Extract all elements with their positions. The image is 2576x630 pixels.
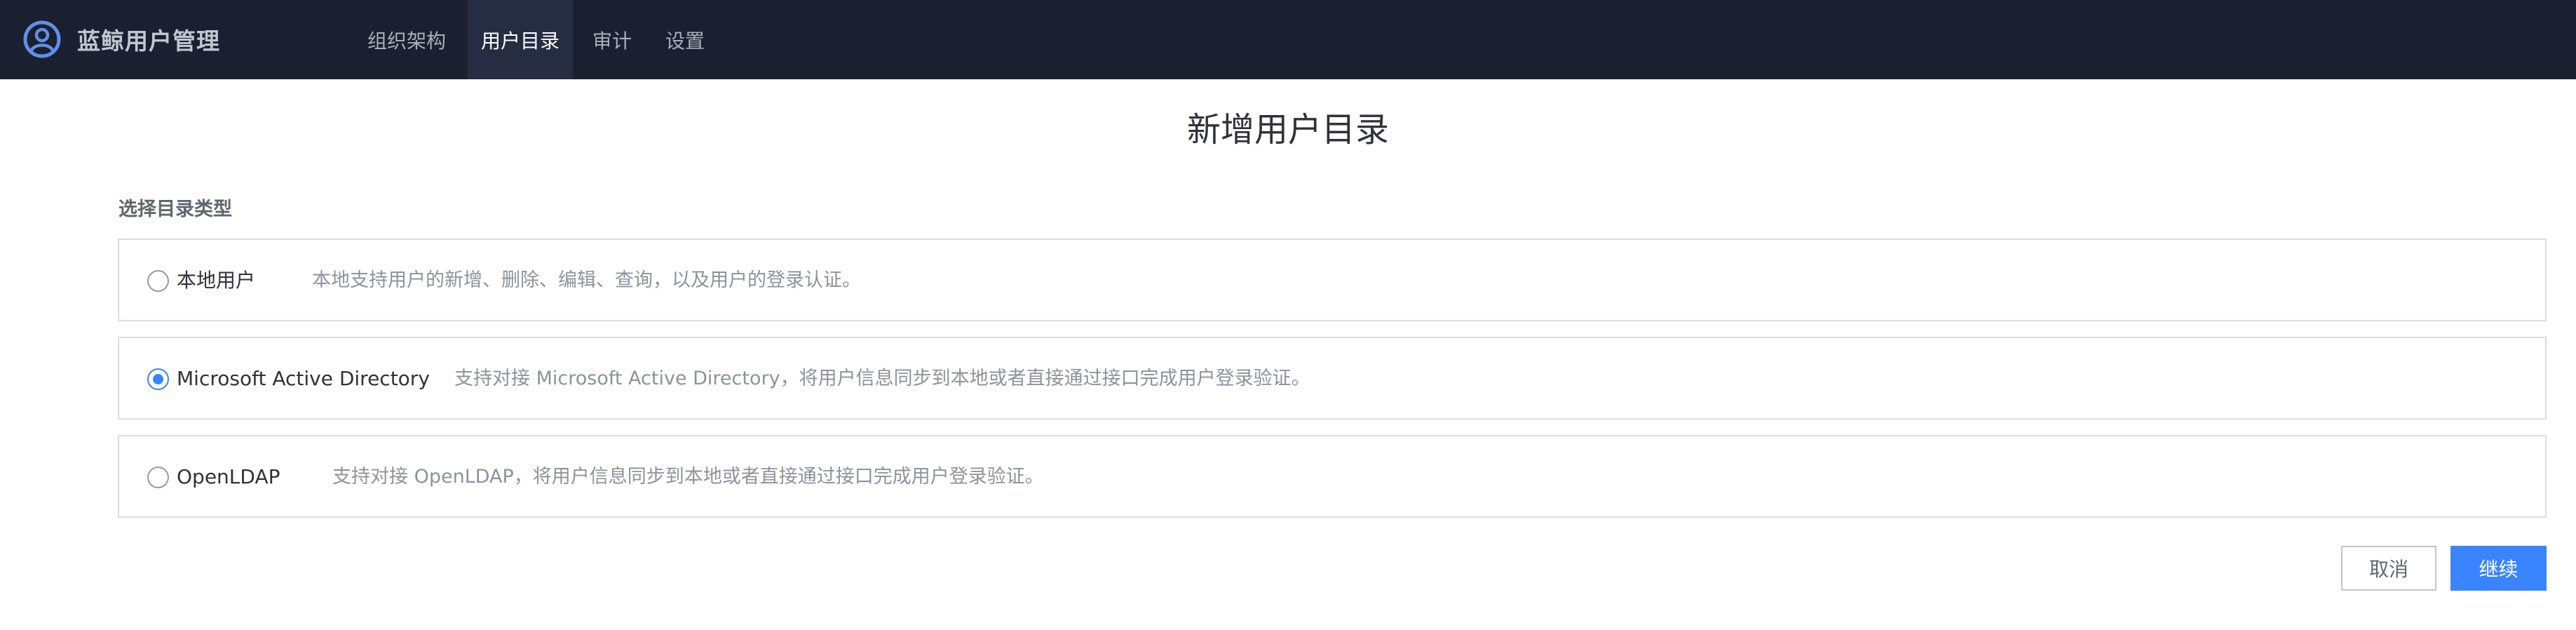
nav-audit[interactable]: 审计 (582, 0, 642, 79)
app-title: 蓝鲸用户管理 (77, 27, 220, 55)
nav-settings[interactable]: 设置 (653, 0, 717, 79)
nav-user-directory[interactable]: 用户目录 (468, 0, 573, 79)
top-navigation-bar: 蓝鲸用户管理 组织架构 用户目录 审计 设置 (0, 0, 2576, 79)
continue-button[interactable]: 继续 (2450, 546, 2547, 591)
brand[interactable]: 蓝鲸用户管理 (22, 18, 220, 60)
option-openldap[interactable]: OpenLDAP 支持对接 OpenLDAP，将用户信息同步到本地或者直接通过接… (118, 435, 2547, 518)
option-name: Microsoft Active Directory (177, 367, 430, 390)
option-description: 支持对接 OpenLDAP，将用户信息同步到本地或者直接通过接口完成用户登录验证… (332, 466, 1044, 488)
user-circle-icon (23, 20, 61, 58)
section-label: 选择目录类型 (118, 199, 232, 220)
radio-button-selected[interactable] (147, 368, 169, 390)
nav-org-structure[interactable]: 组织架构 (354, 0, 459, 79)
cancel-button[interactable]: 取消 (2341, 546, 2436, 591)
option-name: OpenLDAP (177, 465, 280, 488)
option-local-user[interactable]: 本地用户 本地支持用户的新增、删除、编辑、查询，以及用户的登录认证。 (118, 239, 2547, 321)
radio-button[interactable] (147, 467, 169, 488)
option-name: 本地用户 (177, 269, 256, 292)
option-description: 本地支持用户的新增、删除、编辑、查询，以及用户的登录认证。 (312, 269, 861, 291)
page-title: 新增用户目录 (1186, 110, 1389, 149)
option-microsoft-ad[interactable]: Microsoft Active Directory 支持对接 Microsof… (118, 337, 2547, 420)
option-description: 支持对接 Microsoft Active Directory，将用户信息同步到… (454, 368, 1310, 389)
radio-button[interactable] (147, 270, 169, 292)
